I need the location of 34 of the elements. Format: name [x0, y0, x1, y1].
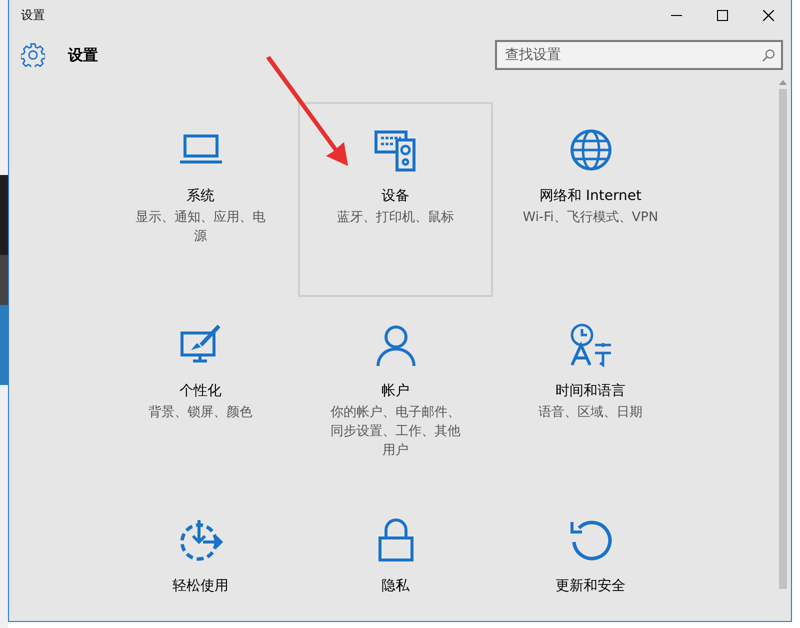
category-tile[interactable]: 帐户 你的帐户、电子邮件、同步设置、工作、其他用户	[298, 297, 493, 492]
search-field[interactable]: 查找设置	[495, 40, 783, 70]
category-tile[interactable]: 轻松使用	[103, 492, 298, 628]
settings-icon	[21, 43, 45, 67]
category-tile[interactable]: 设备 蓝牙、打印机、鼠标	[298, 102, 493, 297]
maximize-icon	[716, 10, 728, 20]
category-title: 隐私	[382, 577, 410, 596]
category-title: 网络和 Internet	[539, 187, 642, 206]
category-title: 时间和语言	[556, 382, 626, 401]
category-description: Wi-Fi、飞行模式、VPN	[522, 209, 660, 227]
category-title: 更新和安全	[556, 577, 626, 596]
category-title: 帐户	[382, 382, 410, 401]
category-tile[interactable]: 隐私	[298, 492, 493, 628]
scroll-up-icon	[779, 80, 787, 85]
category-description: 蓝牙、打印机、鼠标	[336, 209, 455, 227]
search-icon	[762, 49, 775, 62]
close-icon	[762, 10, 774, 20]
category-tile[interactable]: 更新和安全	[493, 492, 688, 628]
category-description: 显示、通知、应用、电源	[134, 209, 266, 246]
category-title: 系统	[186, 187, 214, 206]
category-tile[interactable]: 网络和 Internet Wi-Fi、飞行模式、VPN	[493, 102, 688, 297]
window-title: 设置	[21, 7, 45, 24]
category-tile[interactable]: 系统 显示、通知、应用、电源	[103, 102, 298, 297]
category-description: 背景、锁屏、颜色	[148, 404, 254, 422]
category-description: 语音、区域、日期	[538, 404, 644, 422]
page-title: 设置	[68, 44, 98, 66]
minimize-icon	[670, 14, 682, 16]
category-tile[interactable]: 时间和语言 语音、区域、日期	[493, 297, 688, 492]
category-title: 轻松使用	[172, 577, 228, 596]
category-title: 个性化	[180, 382, 222, 401]
category-title: 设备	[382, 187, 410, 206]
scrollbar-thumb[interactable]	[779, 89, 787, 589]
category-description: 你的帐户、电子邮件、同步设置、工作、其他用户	[330, 404, 462, 460]
category-tile[interactable]: 个性化 背景、锁屏、颜色	[103, 297, 298, 492]
